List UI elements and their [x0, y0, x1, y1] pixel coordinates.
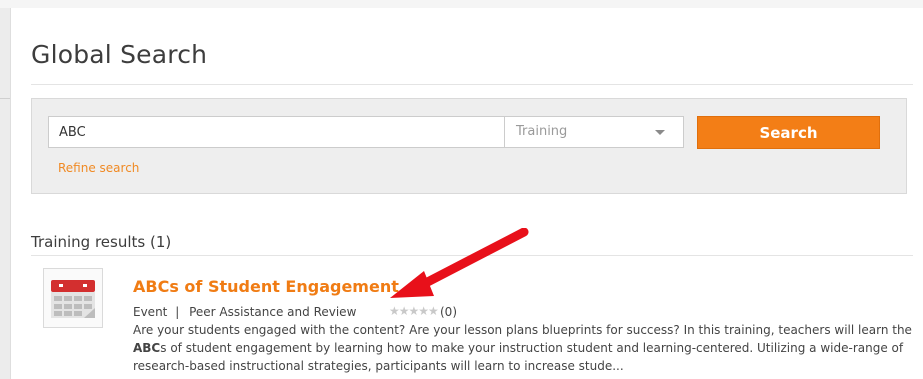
description-text-1: Are your students engaged with the conte… — [133, 323, 912, 337]
result-type: Event — [133, 305, 168, 319]
result-category: Peer Assistance and Review — [189, 305, 357, 319]
calendar-icon — [51, 280, 95, 318]
page-title: Global Search — [31, 40, 208, 69]
type-select-value: Training — [516, 124, 568, 139]
search-input[interactable] — [48, 116, 504, 148]
type-select[interactable]: Training — [504, 116, 684, 148]
results-heading: Training results (1) — [31, 233, 172, 251]
result-meta: Event | Peer Assistance and Review — [133, 305, 356, 319]
description-highlight: ABC — [133, 341, 161, 355]
meta-separator: | — [175, 305, 180, 319]
red-arrow-annotation — [390, 228, 529, 298]
description-text-2: s of student engagement by learning how … — [133, 341, 904, 373]
title-divider — [31, 84, 913, 85]
result-title-rest: s of Student Engagement — [169, 277, 399, 296]
left-divider — [0, 98, 10, 99]
refine-search-link[interactable]: Refine search — [58, 161, 139, 175]
result-description: Are your students engaged with the conte… — [133, 321, 913, 375]
search-panel: Training Search Refine search — [31, 98, 907, 194]
chevron-down-icon — [655, 130, 665, 135]
top-bar — [0, 0, 923, 8]
result-title-highlight: ABC — [133, 277, 170, 296]
search-button[interactable]: Search — [697, 116, 880, 149]
result-title-link[interactable]: ABCs of Student Engagement — [133, 277, 399, 296]
result-thumbnail[interactable] — [43, 268, 103, 328]
